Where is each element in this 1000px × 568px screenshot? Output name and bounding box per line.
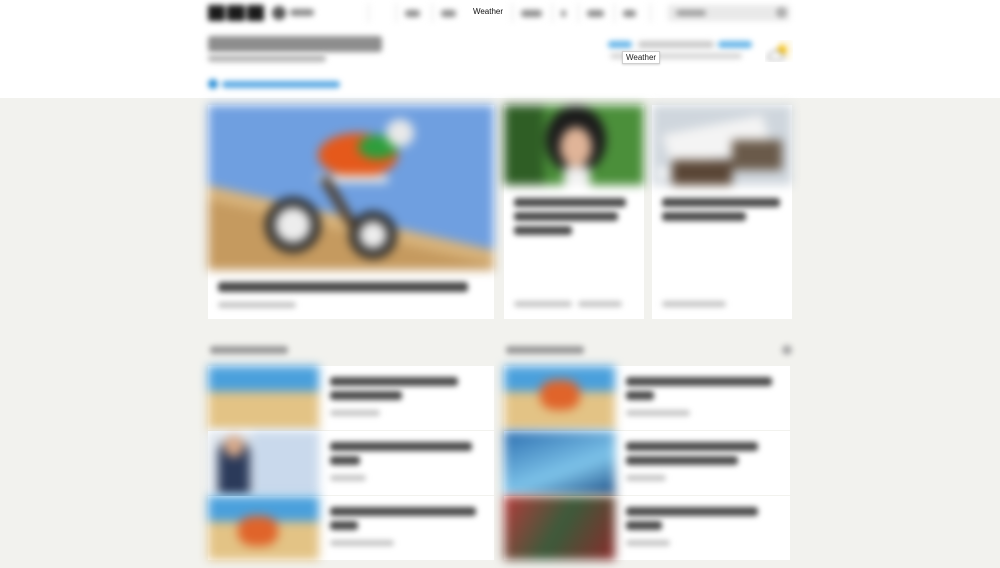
- list-item-headline[interactable]: [626, 391, 654, 400]
- story-image: [652, 105, 792, 185]
- list-item-headline[interactable]: [626, 456, 738, 465]
- story-meta: [578, 301, 622, 307]
- list-item[interactable]: [504, 496, 790, 560]
- list-item-image: [208, 496, 319, 560]
- story-headline-line[interactable]: [662, 212, 746, 221]
- feature-story-meta: [218, 302, 296, 308]
- customise-link[interactable]: [208, 79, 342, 89]
- nav-item-tv[interactable]: [552, 3, 574, 23]
- feature-story-image: [208, 105, 494, 270]
- story-headline-line[interactable]: [662, 198, 780, 207]
- story-meta: [662, 301, 726, 307]
- nav-item-home[interactable]: [368, 3, 390, 23]
- story-card[interactable]: [652, 105, 792, 319]
- list-item[interactable]: [504, 366, 790, 430]
- list-item[interactable]: [208, 496, 494, 560]
- nav-item-sport[interactable]: [432, 3, 464, 23]
- list-item-meta: [330, 540, 394, 546]
- list-item-meta: [626, 540, 670, 546]
- list-item-headline[interactable]: [330, 521, 358, 530]
- list-item[interactable]: [504, 431, 790, 495]
- list-item-meta: [626, 410, 690, 416]
- story-image: [504, 105, 644, 185]
- nav-item-radio[interactable]: [578, 3, 612, 23]
- welcome-title: [208, 36, 382, 52]
- feature-story-card[interactable]: [208, 105, 494, 319]
- gear-icon: [208, 79, 218, 89]
- list-item-headline[interactable]: [330, 456, 360, 465]
- list-item-headline[interactable]: [626, 507, 758, 516]
- list-item-headline[interactable]: [330, 442, 472, 451]
- nav-item-weather[interactable]: Weather: [466, 3, 510, 23]
- list-item-headline[interactable]: [626, 521, 662, 530]
- nav-item-iplayer[interactable]: [512, 3, 550, 23]
- nav-item-news[interactable]: [396, 3, 428, 23]
- list-item-image: [504, 431, 615, 495]
- search-icon[interactable]: [777, 8, 786, 17]
- list-item-meta: [330, 475, 366, 481]
- story-headline-line[interactable]: [514, 212, 618, 221]
- list-item-headline[interactable]: [330, 391, 402, 400]
- list-item-image: [208, 366, 319, 430]
- sign-in-link[interactable]: [272, 5, 318, 21]
- nav-item-weather-label: Weather: [472, 7, 504, 16]
- list-item-image: [208, 431, 319, 495]
- bbc-logo[interactable]: [208, 5, 264, 21]
- list-item-image: [504, 496, 615, 560]
- weather-location[interactable]: [608, 41, 758, 49]
- welcome-date: [208, 55, 326, 62]
- story-card[interactable]: [504, 105, 644, 319]
- weather-tooltip: Weather: [622, 51, 661, 64]
- account-icon: [272, 6, 286, 20]
- section-heading-right[interactable]: [506, 346, 584, 354]
- list-item[interactable]: [208, 431, 494, 495]
- list-item[interactable]: [208, 366, 494, 430]
- feature-story-headline[interactable]: [218, 282, 468, 292]
- partly-sunny-icon[interactable]: [765, 40, 793, 62]
- story-meta: [514, 301, 572, 307]
- search-input[interactable]: [668, 5, 790, 21]
- list-item-image: [504, 366, 615, 430]
- top-navigation-bar: Weather: [0, 0, 1000, 28]
- list-item-headline[interactable]: [330, 377, 458, 386]
- section-heading-left[interactable]: [210, 346, 288, 354]
- search-placeholder: [676, 10, 706, 16]
- info-icon[interactable]: [782, 345, 792, 355]
- story-headline-line[interactable]: [514, 198, 626, 207]
- list-item-meta: [330, 410, 380, 416]
- nav-item-menu[interactable]: [650, 3, 664, 23]
- nav-item-more[interactable]: [614, 3, 644, 23]
- list-item-meta: [626, 475, 666, 481]
- list-item-headline[interactable]: [626, 442, 758, 451]
- welcome-header: Weather: [0, 28, 1000, 98]
- story-headline-line[interactable]: [514, 226, 572, 235]
- list-item-headline[interactable]: [626, 377, 772, 386]
- list-item-headline[interactable]: [330, 507, 476, 516]
